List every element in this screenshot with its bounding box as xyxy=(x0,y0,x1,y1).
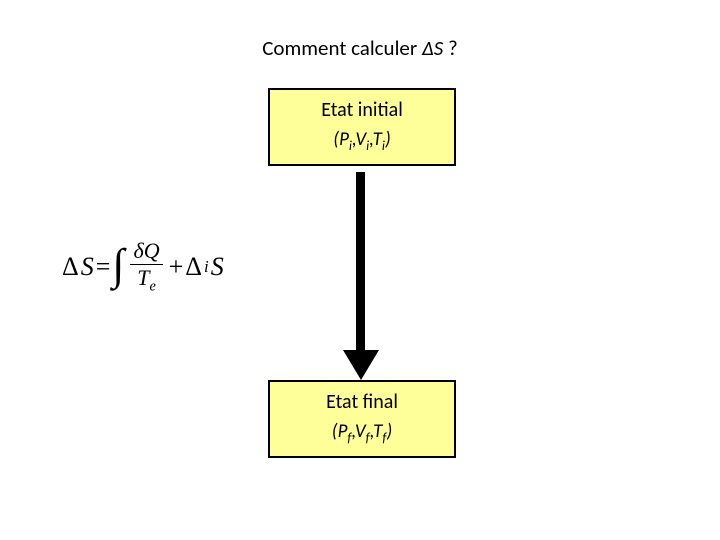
title-suffix: ? xyxy=(443,35,457,61)
sub-e: e xyxy=(149,278,155,294)
initial-state-box: Etat initial (Pi,Vi,Ti) xyxy=(268,88,456,166)
T: T xyxy=(137,265,149,290)
initial-state-label: Etat initial xyxy=(270,90,454,124)
final-state-vars: (Pf,Vf,Tf) xyxy=(270,416,454,456)
numerator: δQ xyxy=(130,240,162,265)
title-delta: Δ xyxy=(422,35,434,61)
fraction: δQ Te xyxy=(130,240,162,294)
var-V: V xyxy=(355,128,366,151)
title-S: S xyxy=(434,35,444,61)
delta-small: δ xyxy=(133,238,143,263)
final-state-label: Etat final xyxy=(270,382,454,416)
Delta-1: Δ xyxy=(62,252,79,282)
initial-state-vars: (Pi,Vi,Ti) xyxy=(270,124,454,164)
S-1: S xyxy=(81,252,94,282)
arrow-shaft xyxy=(356,172,365,352)
var-T: T xyxy=(373,128,382,151)
var-V: V xyxy=(355,420,366,443)
equals: = xyxy=(96,252,111,282)
title-prefix: Comment calculer xyxy=(262,35,422,61)
plus: + xyxy=(169,252,184,282)
arrow-head-icon xyxy=(343,350,379,380)
Delta-2: Δ xyxy=(185,252,202,282)
var-P: P xyxy=(339,128,349,151)
S-2: S xyxy=(211,252,224,282)
var-P: P xyxy=(338,420,348,443)
final-state-box: Etat final (Pf,Vf,Tf) xyxy=(268,380,456,458)
sub-i: i xyxy=(204,257,209,277)
var-T: T xyxy=(373,420,382,443)
Q: Q xyxy=(144,238,160,263)
paren-close: ) xyxy=(385,128,391,151)
denominator: Te xyxy=(134,265,159,294)
paren-close: ) xyxy=(386,420,392,443)
entropy-equation: ΔS = ∫ δQ Te + ΔiS xyxy=(62,240,224,294)
page-title: Comment calculer ΔS ? xyxy=(0,35,720,61)
